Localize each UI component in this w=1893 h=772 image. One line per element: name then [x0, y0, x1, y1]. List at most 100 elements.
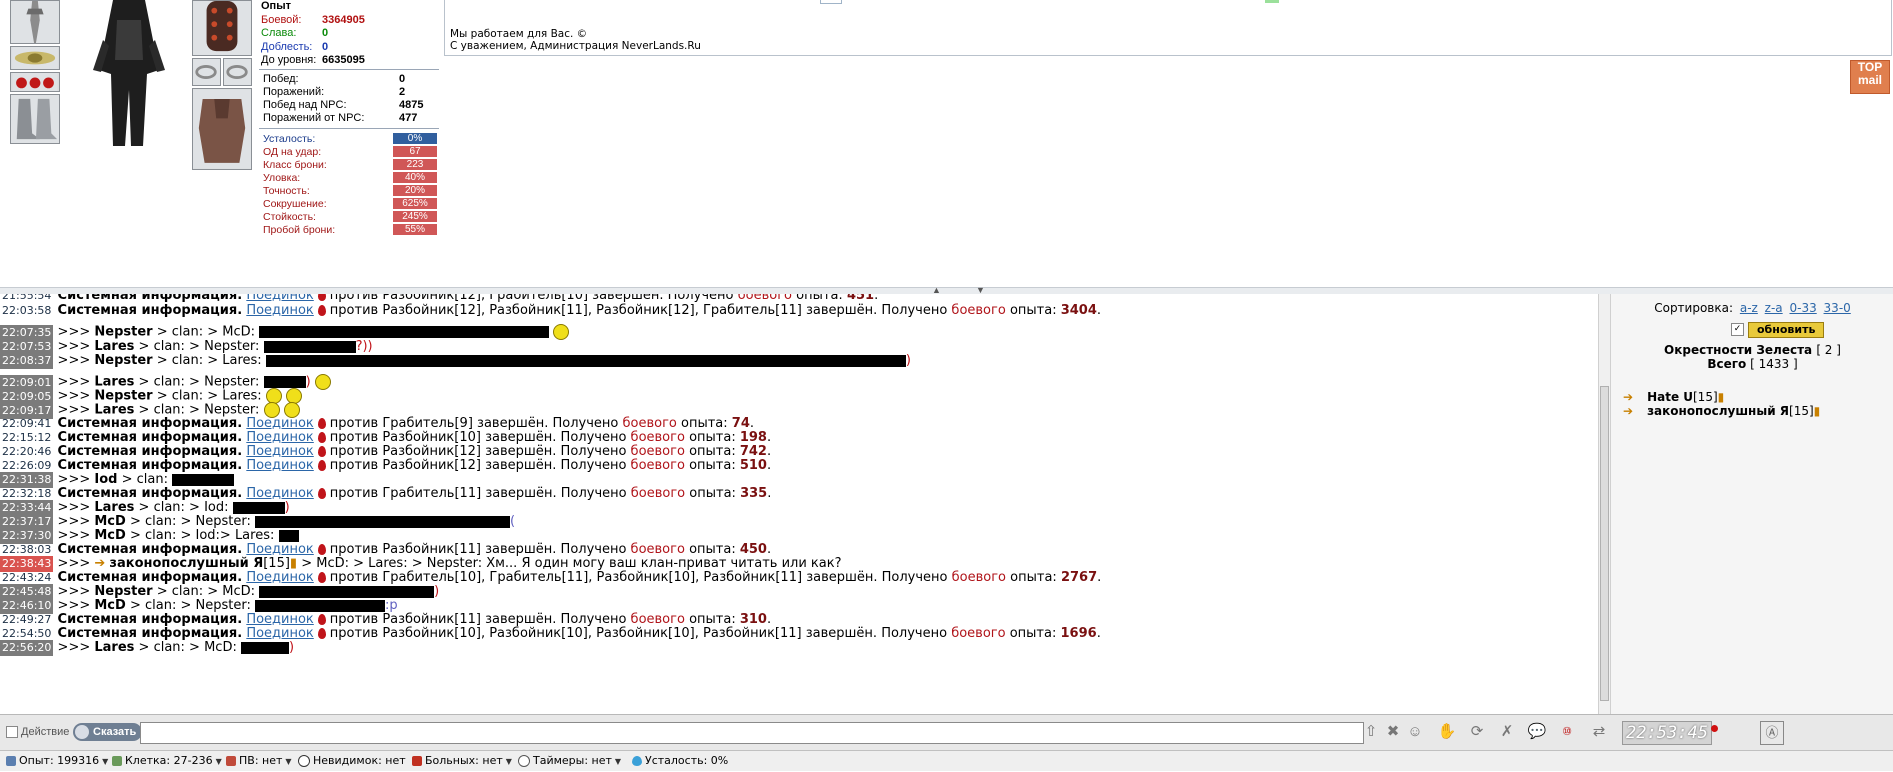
valor-value: 0: [322, 40, 329, 53]
refresh-button[interactable]: обновить: [1748, 322, 1825, 338]
sender-nick[interactable]: Lares: [94, 339, 134, 354]
recipient-nick[interactable]: Nepster:: [196, 598, 251, 613]
recipient-nick[interactable]: Lares:: [222, 353, 261, 368]
sender-nick[interactable]: McD: [94, 598, 125, 613]
message-time[interactable]: 22:56:20: [0, 640, 54, 656]
character-figure-icon[interactable]: [73, 0, 185, 146]
private-arrow-icon[interactable]: ➔: [94, 556, 105, 571]
armor-slot-icon[interactable]: [192, 88, 252, 170]
system-label: Системная информация.: [57, 416, 243, 431]
boots-slot-icon[interactable]: [10, 94, 60, 144]
recipient-nick[interactable]: Nepster:: [204, 339, 259, 354]
user-item[interactable]: ➔ Hate U[15]▮: [1623, 390, 1724, 404]
private-arrow-icon[interactable]: ➔: [1623, 404, 1633, 418]
potions-slot-icon[interactable]: [10, 72, 60, 92]
duel-link[interactable]: Поединок: [246, 458, 313, 473]
message-time[interactable]: 22:08:37: [0, 353, 54, 369]
sender-nick[interactable]: Nepster: [94, 325, 152, 340]
sick-status[interactable]: Больных: нет ▼: [412, 751, 512, 772]
handshake-icon[interactable]: ✋: [1436, 721, 1458, 743]
sender-nick[interactable]: McD: [94, 528, 125, 543]
user-item[interactable]: ➔ законопослушный Я[15]▮: [1623, 404, 1820, 418]
recipient-nick[interactable]: Iod:: [204, 500, 228, 515]
chevron-down-icon[interactable]: ▼: [216, 757, 222, 766]
experience-title: Опыт: [261, 0, 291, 12]
sender-nick[interactable]: Nepster: [94, 353, 152, 368]
chat-prefix: >>>: [57, 324, 91, 340]
helmet-slot-icon[interactable]: [192, 0, 252, 56]
exp-tail: опыта:: [689, 444, 736, 459]
duel-link[interactable]: Поединок: [246, 430, 313, 445]
info-icon[interactable]: ▮: [1718, 390, 1725, 404]
sort-33-0-link[interactable]: 33-0: [1824, 301, 1851, 315]
top-mail-counter[interactable]: TOP mail: [1850, 60, 1890, 94]
duel-link[interactable]: Поединок: [246, 444, 313, 459]
got-text: завершён. Получено: [805, 303, 948, 318]
pv-status[interactable]: ПВ: нет ▼: [226, 751, 292, 772]
sender-nick[interactable]: McD: [94, 514, 125, 529]
message-time[interactable]: 22:03:58: [0, 303, 53, 319]
duel-link[interactable]: Поединок: [246, 294, 313, 303]
sort-label: Сортировка:: [1654, 301, 1734, 315]
duel-link[interactable]: Поединок: [246, 626, 313, 641]
logout-icon[interactable]: Ⓐ: [1760, 721, 1784, 745]
bubble-icon[interactable]: 💬: [1526, 721, 1548, 743]
recipient-nick[interactable]: McD:: [204, 640, 237, 655]
cell-status[interactable]: Клетка: 27-236 ▼: [112, 751, 222, 772]
ring-slot-2-icon[interactable]: [223, 58, 252, 86]
smiles-icon[interactable]: ☺: [1404, 721, 1426, 743]
ring-slot-1-icon[interactable]: [192, 58, 221, 86]
info-icon[interactable]: ▮: [1814, 404, 1821, 418]
user-name[interactable]: Hate U: [1647, 390, 1693, 404]
chevron-down-icon[interactable]: ▼: [285, 757, 291, 766]
recipient-nick[interactable]: Nepster:: [196, 514, 251, 529]
refresh-chat-icon[interactable]: ⟳: [1466, 721, 1488, 743]
duel-link[interactable]: Поединок: [246, 416, 313, 431]
message-tail: :p: [384, 598, 398, 613]
sort-za-link[interactable]: z-a: [1765, 301, 1783, 315]
scroll-up-icon[interactable]: ⇧: [1360, 721, 1382, 743]
close-chat-icon[interactable]: ✗: [1496, 721, 1518, 743]
sender-nick[interactable]: Lares: [94, 500, 134, 515]
blood-drop-icon: [317, 418, 326, 429]
duel-link[interactable]: Поединок: [246, 303, 313, 318]
info-icon[interactable]: ▮: [290, 556, 297, 571]
chevron-down-icon[interactable]: ▼: [506, 757, 512, 766]
sort-0-33-link[interactable]: 0-33: [1789, 301, 1816, 315]
cell-status-text: Клетка: 27-236: [125, 754, 213, 767]
exp-status-text: Опыт: 199316: [19, 754, 100, 767]
language-icon[interactable]: ⇄: [1588, 721, 1610, 743]
belt-slot-icon[interactable]: [10, 46, 60, 70]
invisible-status[interactable]: Невидимок: нет: [298, 751, 406, 771]
private-arrow-icon[interactable]: ➔: [1623, 390, 1633, 404]
sender-nick[interactable]: Iod: [94, 472, 117, 487]
clear-icon[interactable]: ✖: [1382, 721, 1404, 743]
recipient-nick[interactable]: McD:: [222, 584, 255, 599]
exp-word: боевого: [622, 416, 677, 431]
chevron-down-icon[interactable]: ▼: [102, 757, 108, 766]
duel-link[interactable]: Поединок: [246, 612, 313, 627]
weapon-slot-icon[interactable]: [10, 0, 60, 44]
recipient-nick[interactable]: Iod:> Lares:: [196, 528, 275, 543]
duel-link[interactable]: Поединок: [246, 542, 313, 557]
chat-message: 22:08:37 >>> Nepster > clan: > Lares: ): [0, 353, 911, 369]
timer-10-icon[interactable]: ⑩: [1556, 721, 1578, 743]
sender-nick[interactable]: Nepster: [94, 584, 152, 599]
exp-status[interactable]: Опыт: 199316 ▼: [6, 751, 108, 772]
chevron-down-icon[interactable]: ▼: [615, 757, 621, 766]
chat-scroll-thumb[interactable]: [1600, 386, 1609, 701]
recipient-nick[interactable]: McD:: [222, 325, 255, 340]
character-panel: Опыт Боевой: 3364905 Слава: 0 Доблесть: 0 Д…: [0, 0, 1893, 288]
auto-refresh-checkbox[interactable]: ✓: [1731, 323, 1744, 336]
duel-link[interactable]: Поединок: [246, 486, 313, 501]
duel-link[interactable]: Поединок: [246, 570, 313, 585]
action-checkbox[interactable]: [6, 726, 18, 739]
chat-input[interactable]: [140, 722, 1364, 744]
sender-nick[interactable]: законопослушный Я: [109, 556, 263, 571]
sort-az-link[interactable]: a-z: [1740, 301, 1758, 315]
action-toggle[interactable]: Действие: [6, 726, 69, 739]
user-name[interactable]: законопослушный Я: [1647, 404, 1789, 418]
sender-nick[interactable]: Lares: [94, 640, 134, 655]
say-button[interactable]: Сказать: [73, 723, 143, 741]
timers-status[interactable]: Таймеры: нет ▼: [518, 751, 621, 772]
